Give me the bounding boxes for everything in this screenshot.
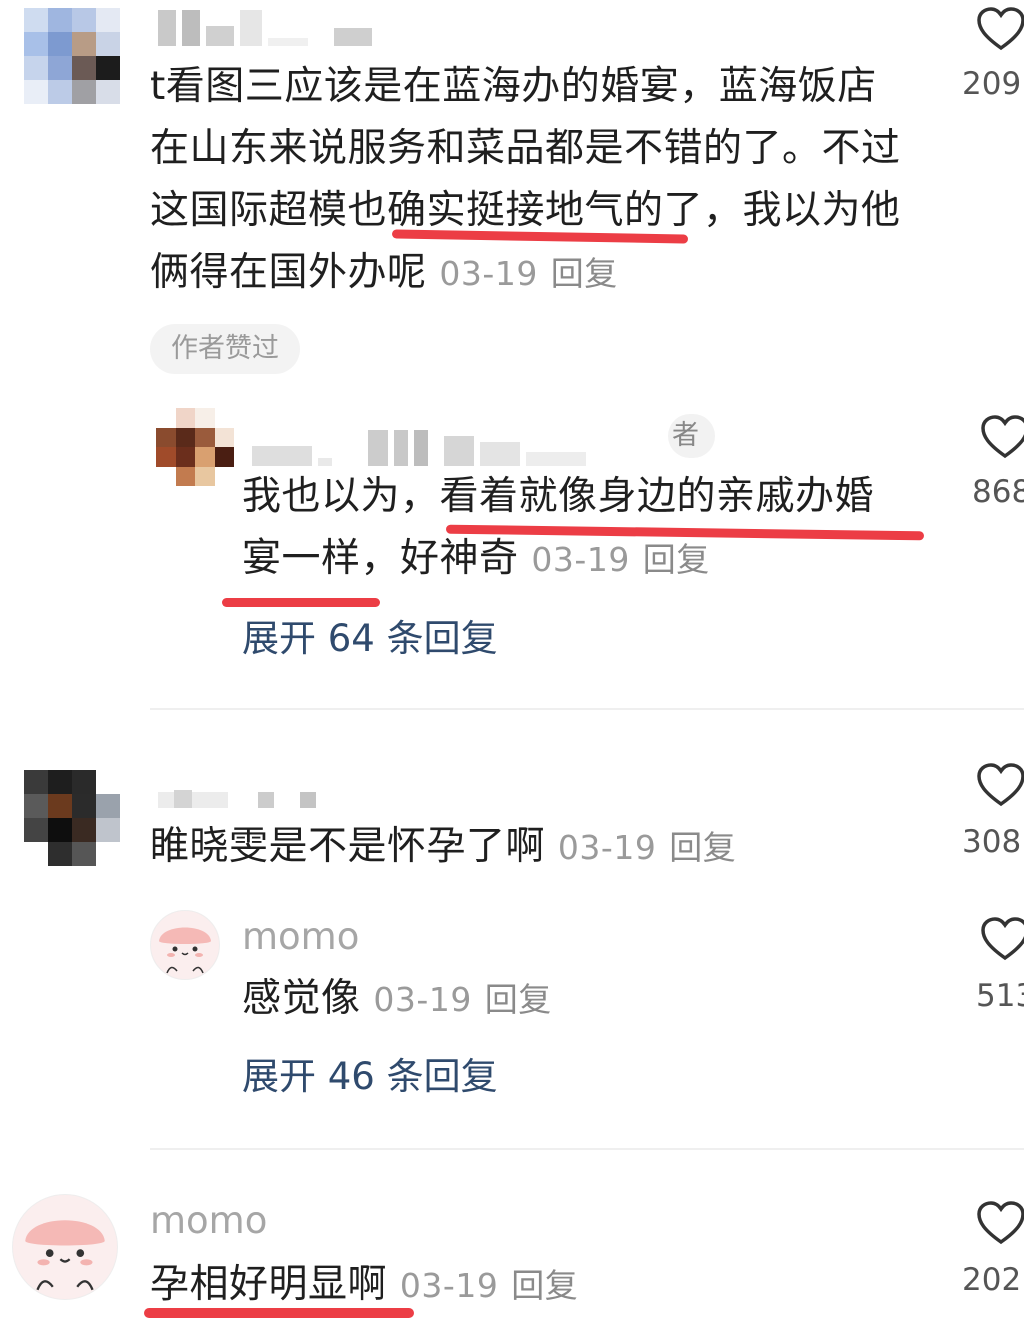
comment-date: 03-19 [399,1266,499,1305]
comment-date: 03-19 [557,828,657,867]
like-button[interactable] [976,762,1024,808]
comment-list: t看图三应该是在蓝海办的婚宴，蓝海饭店 在山东来说服务和菜品都是不错的了。不过 … [0,0,1024,1323]
heart-outline-icon [981,917,1024,961]
like-count: 202 [962,1262,1022,1298]
like-button[interactable] [976,6,1024,52]
like-button[interactable] [980,414,1024,460]
comment-date: 03-19 [439,254,538,293]
reply-button[interactable]: 回复 [669,828,736,867]
reply-text: 感觉像 03-19 回复 [242,976,552,1021]
highlight-underline [144,1308,414,1318]
reply-username[interactable]: momo [242,914,359,960]
divider [150,1148,1024,1150]
like-count: 868 [972,474,1024,510]
username-redacted[interactable] [158,772,316,808]
reply-button[interactable]: 回复 [643,540,710,579]
avatar[interactable] [12,1194,118,1300]
like-count: 209 [962,66,1022,102]
like-count: 308 [962,824,1022,860]
momo-avatar-icon [151,911,219,979]
heart-outline-icon [981,415,1024,459]
like-button[interactable] [976,1200,1024,1246]
author-tag: 者 [668,414,715,458]
highlight-underline [222,598,380,607]
author-liked-badge: 作者赞过 [150,324,300,374]
reply-button[interactable]: 回复 [511,1266,578,1305]
username-redacted[interactable] [252,426,586,466]
comment-username[interactable]: momo [150,1198,267,1244]
heart-outline-icon [977,763,1024,807]
reply-button[interactable]: 回复 [485,980,552,1019]
avatar[interactable] [24,770,120,866]
like-count: 513 [976,978,1024,1014]
momo-avatar-icon [13,1195,117,1299]
expand-replies-link[interactable]: 展开 46 条回复 [242,1052,498,1102]
comment-text: t看图三应该是在蓝海办的婚宴，蓝海饭店 在山东来说服务和菜品都是不错的了。不过 … [150,64,901,295]
reply-button[interactable]: 回复 [551,254,618,293]
divider [150,708,1024,710]
comment-text: 睢晓雯是不是怀孕了啊 03-19 回复 [150,824,737,869]
expand-replies-link[interactable]: 展开 64 条回复 [242,614,498,664]
heart-outline-icon [977,1201,1024,1245]
reply-avatar[interactable] [150,910,220,980]
reply-avatar[interactable] [156,408,234,486]
reply-date: 03-19 [531,540,630,579]
reply-date: 03-19 [373,980,472,1019]
like-button[interactable] [980,916,1024,962]
username-redacted[interactable] [158,10,372,46]
avatar[interactable] [24,8,120,104]
heart-outline-icon [977,7,1024,51]
